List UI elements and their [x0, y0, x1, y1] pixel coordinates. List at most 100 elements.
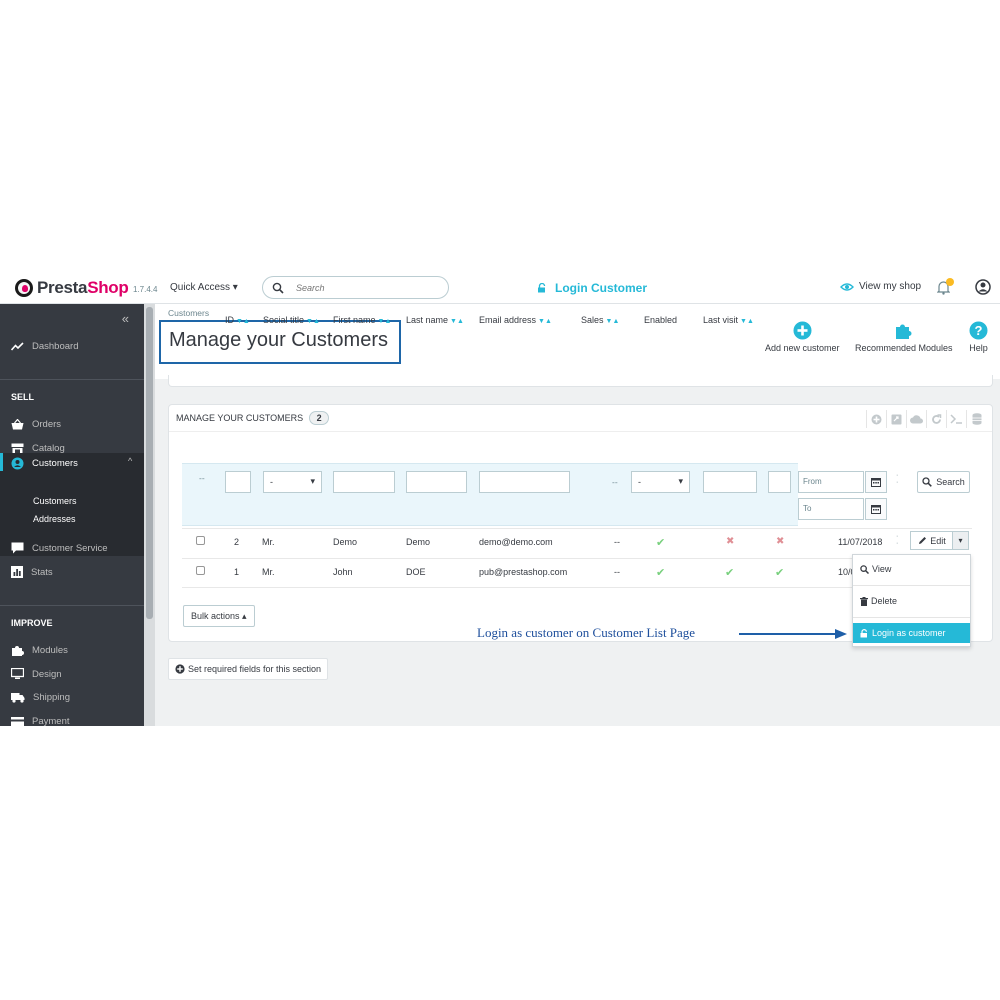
- date-from-input[interactable]: From: [798, 471, 864, 493]
- logo-icon: [15, 279, 33, 297]
- row-actions-toggle[interactable]: ▾: [952, 531, 969, 550]
- sidebar: « Dashboard SELL Orders Catalog Customer…: [0, 304, 144, 726]
- pencil-icon: [919, 537, 927, 544]
- basket-icon: [11, 419, 24, 430]
- column-header-first-name[interactable]: First name ▼▲: [333, 315, 391, 325]
- eye-icon: [840, 282, 854, 291]
- row-checkbox[interactable]: [196, 566, 205, 575]
- date-from-calendar-button[interactable]: [865, 471, 887, 493]
- collapse-sidebar-button[interactable]: «: [122, 311, 129, 326]
- column-header-id[interactable]: ID ▼▲: [225, 315, 250, 325]
- filter-last-name-input[interactable]: [406, 471, 467, 493]
- plus-circle-icon: [793, 321, 812, 340]
- bulk-actions-button[interactable]: Bulk actions ▴: [183, 605, 255, 627]
- unlock-icon: [538, 283, 546, 293]
- user-icon[interactable]: [975, 279, 991, 295]
- sidebar-subitem-addresses[interactable]: Addresses: [33, 514, 76, 524]
- filter-search-button[interactable]: Search: [917, 471, 970, 493]
- quick-access-menu[interactable]: Quick Access ▾: [170, 282, 238, 293]
- login-customer-link[interactable]: Login Customer: [537, 281, 647, 295]
- sidebar-scroll-thumb[interactable]: [146, 307, 153, 619]
- upload-icon[interactable]: [906, 410, 926, 428]
- check-icon[interactable]: ✔: [725, 566, 734, 579]
- truck-icon: [11, 693, 25, 703]
- set-required-fields-button[interactable]: Set required fields for this section: [168, 658, 329, 680]
- puzzle-icon: [895, 324, 912, 339]
- sidebar-divider: [0, 379, 144, 380]
- sidebar-item-customers[interactable]: Customers: [11, 457, 78, 470]
- edit-button[interactable]: Edit: [910, 531, 954, 550]
- annotation-arrow: [739, 629, 847, 639]
- filter-first-name-input[interactable]: [333, 471, 395, 493]
- panel-divider: [169, 431, 992, 432]
- check-icon[interactable]: ✔: [775, 566, 784, 579]
- filter-sales-placeholder: --: [612, 477, 618, 487]
- check-icon[interactable]: ✔: [656, 536, 665, 549]
- sidebar-item-dashboard[interactable]: Dashboard: [11, 341, 78, 352]
- breadcrumb[interactable]: Customers: [168, 308, 209, 318]
- row-checkbox[interactable]: [196, 536, 205, 545]
- sidebar-item-customer-service[interactable]: Customer Service: [11, 542, 108, 554]
- column-header-last-visit[interactable]: Last visit ▼▲: [703, 315, 754, 325]
- row-divider: [182, 528, 972, 529]
- filter-enabled-select[interactable]: -: [631, 471, 690, 493]
- database-icon[interactable]: [966, 410, 986, 428]
- dropdown-delete[interactable]: Delete: [853, 591, 970, 611]
- header-search[interactable]: [262, 276, 449, 299]
- row-actions-dropdown: View Delete Login as customer: [852, 554, 971, 647]
- search-icon: [272, 282, 284, 294]
- search-input[interactable]: [296, 281, 436, 295]
- desktop-icon: [11, 668, 24, 679]
- column-header-sales[interactable]: Sales ▼▲: [581, 315, 619, 325]
- filter-email-input[interactable]: [479, 471, 570, 493]
- cell-first-name: Demo: [333, 537, 358, 547]
- sidebar-subitem-customers[interactable]: Customers: [33, 496, 77, 506]
- help-icon: ?: [969, 321, 988, 340]
- chevron-up-icon[interactable]: ^: [128, 456, 132, 466]
- sidebar-item-shipping[interactable]: Shipping: [11, 692, 70, 703]
- sidebar-item-orders[interactable]: Orders: [11, 419, 61, 430]
- sidebar-item-design[interactable]: Design: [11, 668, 62, 680]
- filter-last-visit-input[interactable]: [703, 471, 757, 493]
- filter-extra-input[interactable]: [768, 471, 791, 493]
- puzzle-icon: [12, 646, 24, 656]
- cross-icon[interactable]: ✖: [726, 536, 734, 547]
- cell-sales: --: [614, 567, 620, 577]
- date-to-calendar-button[interactable]: [865, 498, 887, 520]
- add-icon[interactable]: [866, 410, 886, 428]
- filter-social-title-select[interactable]: -: [263, 471, 322, 493]
- kpi-panel-edge: [168, 375, 993, 387]
- column-header-last-name[interactable]: Last name ▼▲: [406, 315, 464, 325]
- dropdown-divider: [853, 617, 970, 618]
- sidebar-section-improve: IMPROVE: [11, 618, 53, 628]
- prestashop-admin: PrestaShop 1.7.4.4 Quick Access ▾ Login …: [0, 271, 1000, 726]
- help-button[interactable]: ? Help: [969, 321, 988, 353]
- filter-id-input[interactable]: [225, 471, 251, 493]
- check-icon[interactable]: ✔: [656, 566, 665, 579]
- version-label: 1.7.4.4: [133, 285, 158, 294]
- refresh-icon[interactable]: [926, 410, 946, 428]
- cell-last-name: Demo: [406, 537, 431, 547]
- add-new-customer-button[interactable]: Add new customer: [765, 321, 840, 353]
- sidebar-active-indicator: [0, 453, 3, 471]
- sidebar-item-modules[interactable]: Modules: [11, 644, 68, 657]
- column-header-email[interactable]: Email address ▼▲: [479, 315, 552, 325]
- dropdown-login-as-customer[interactable]: Login as customer: [853, 623, 970, 643]
- cross-icon[interactable]: ✖: [776, 536, 784, 547]
- export-icon[interactable]: [886, 410, 906, 428]
- top-header: PrestaShop 1.7.4.4 Quick Access ▾ Login …: [0, 271, 1000, 304]
- dropdown-view[interactable]: View: [853, 559, 970, 579]
- sidebar-item-stats[interactable]: Stats: [11, 566, 53, 578]
- filter-checkbox-placeholder: --: [199, 473, 205, 483]
- account-icon: [11, 457, 24, 470]
- prestashop-logo[interactable]: PrestaShop: [15, 278, 129, 298]
- recommended-modules-button[interactable]: Recommended Modules: [855, 321, 953, 353]
- terminal-icon[interactable]: [946, 410, 966, 428]
- row-divider: [182, 558, 852, 559]
- cell-last-visit: 11/07/2018: [838, 537, 883, 547]
- view-shop-link[interactable]: View my shop: [840, 281, 921, 292]
- svg-text:?: ?: [975, 323, 983, 338]
- column-header-social-title[interactable]: Social title ▼▲: [263, 315, 320, 325]
- sidebar-item-payment[interactable]: Payment: [11, 716, 70, 726]
- date-to-input[interactable]: To: [798, 498, 864, 520]
